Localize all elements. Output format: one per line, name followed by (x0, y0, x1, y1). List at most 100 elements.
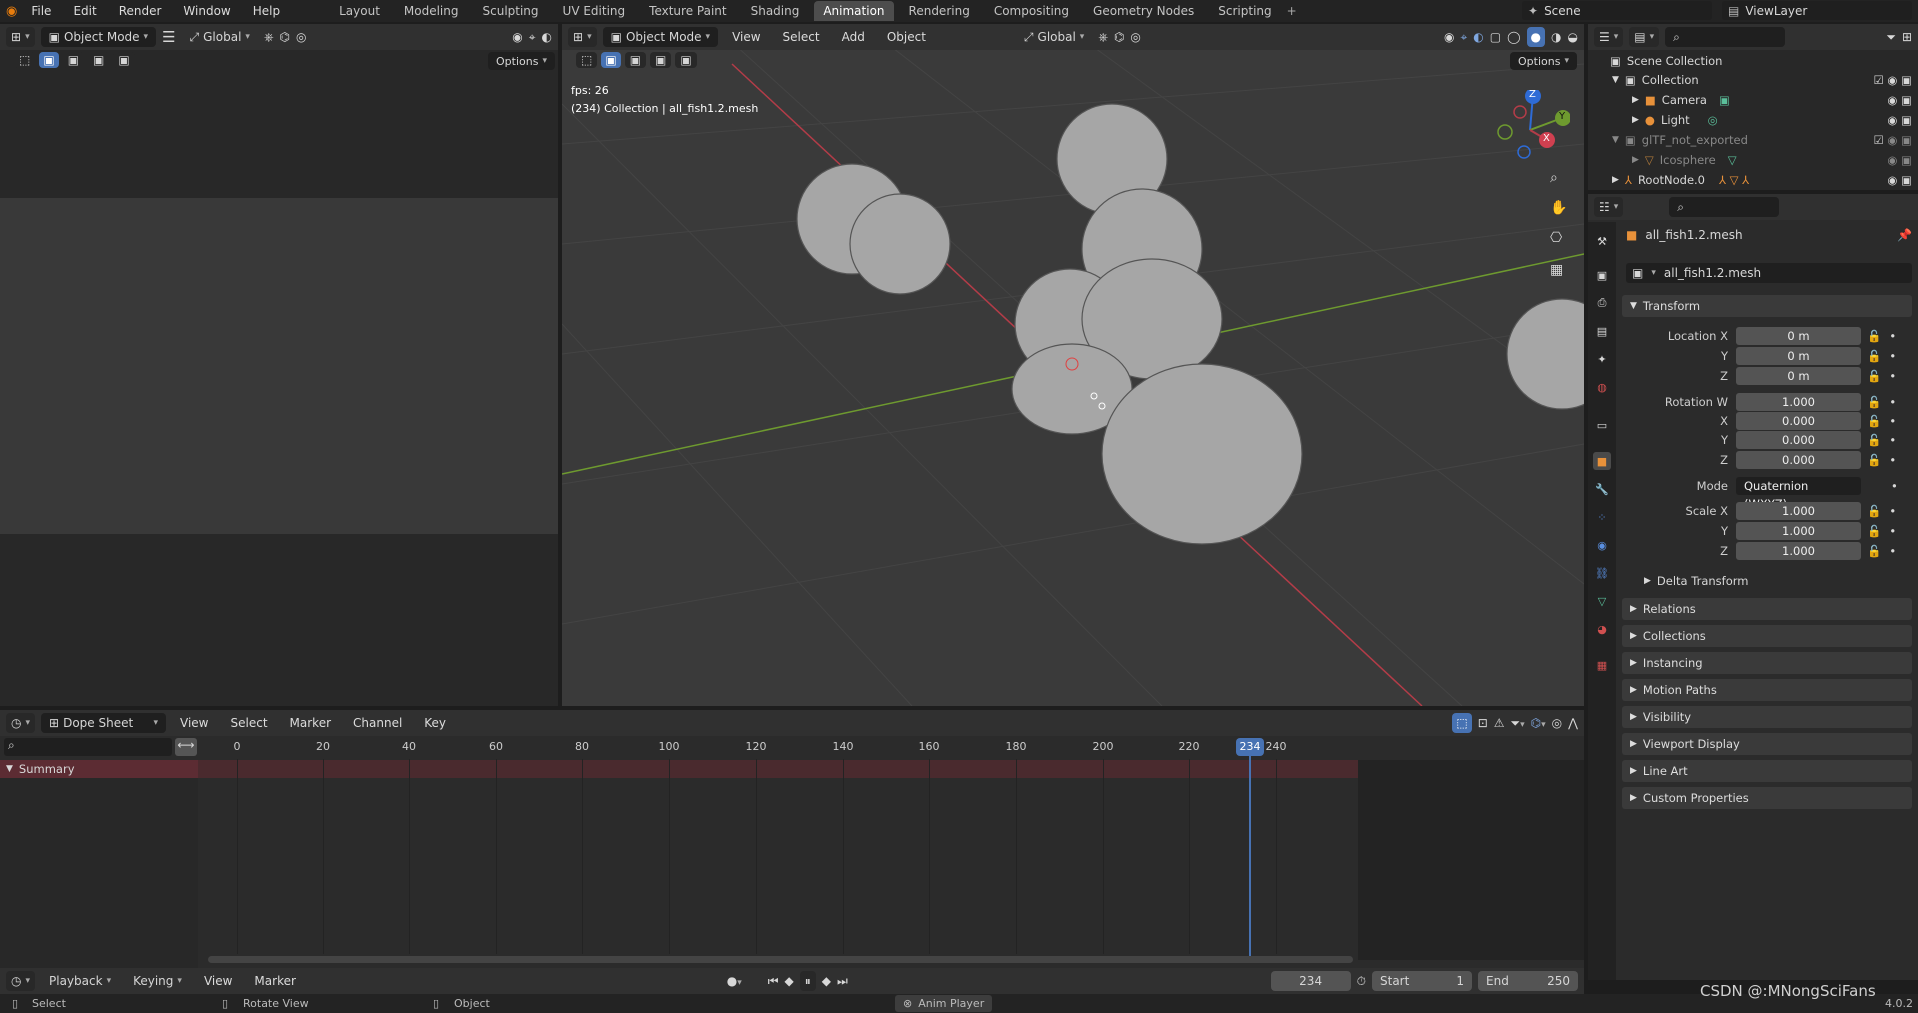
dopesheet-menu-key[interactable]: Key (416, 716, 454, 730)
viewport-options-dropdown[interactable]: Options ▾ (1510, 52, 1577, 70)
constraints-tab-icon[interactable]: ⛓ (1593, 564, 1611, 582)
pivot-icon[interactable]: ⎈ (1098, 30, 1108, 45)
menu-render[interactable]: Render (111, 4, 170, 18)
viewport-3d[interactable] (562, 24, 1584, 706)
line-art-panel-header[interactable]: ▶ Line Art (1622, 760, 1912, 782)
lock-icon[interactable]: 🔓 (1867, 433, 1881, 447)
expand-icon[interactable]: ▼ (1612, 75, 1619, 85)
keyframe-dot-icon[interactable]: • (1889, 453, 1896, 467)
hamburger-icon[interactable]: ☰ (162, 28, 175, 46)
material-tab-icon[interactable]: ◕ (1593, 620, 1611, 638)
visibility-icon[interactable]: ◉ (1444, 30, 1454, 44)
solid-shading-icon[interactable]: ● (1526, 27, 1546, 47)
physics-tab-icon[interactable]: ◉ (1593, 536, 1611, 554)
camera-view-icon[interactable]: ⎔ (1550, 230, 1562, 246)
modifier-tab-icon[interactable]: 🔧 (1593, 480, 1611, 498)
proportional-icon[interactable]: ◎ (1552, 716, 1562, 730)
keyframe-dot-icon[interactable]: • (1889, 433, 1896, 447)
rendered-shading-icon[interactable]: ◒ (1568, 30, 1578, 44)
start-frame-field[interactable]: Start 1 (1372, 971, 1472, 991)
scale-x-field[interactable]: 1.000 (1736, 502, 1861, 520)
expand-icon[interactable]: ▼ (1612, 135, 1619, 145)
show-hidden-icon[interactable]: ⊡ (1478, 716, 1488, 730)
auto-key-icon[interactable]: ●▾ (727, 974, 742, 988)
render-camera-icon[interactable]: ▣ (1901, 113, 1912, 127)
menu-edit[interactable]: Edit (65, 4, 104, 18)
playhead-frame-indicator[interactable]: 234 (1236, 738, 1264, 756)
pause-icon[interactable]: ⏸ (799, 971, 816, 991)
viewport-menu-add[interactable]: Add (834, 30, 873, 44)
visibility-panel-header[interactable]: ▶ Visibility (1622, 706, 1912, 728)
viewport-editor-type-icon[interactable]: ⊞ ▾ (568, 27, 597, 47)
lock-icon[interactable]: 🔓 (1867, 369, 1881, 383)
relations-panel-header[interactable]: ▶ Relations (1622, 598, 1912, 620)
summary-channel[interactable]: ▼ Summary (0, 760, 198, 778)
prev-keyframe-icon[interactable]: ◆ (785, 974, 794, 988)
dopesheet-editor-type-icon[interactable]: ◷ ▾ (6, 713, 36, 733)
select-mode-extend-icon[interactable]: ▣ (624, 52, 647, 68)
lock-icon[interactable]: 🔓 (1867, 453, 1881, 467)
blender-logo-icon[interactable]: ◉ (6, 4, 17, 19)
lock-icon[interactable]: 🔓 (1867, 524, 1881, 538)
pan-hand-icon[interactable]: ✋ (1550, 200, 1567, 216)
dopesheet-menu-view[interactable]: View (172, 716, 216, 730)
world-tab-icon[interactable]: ◍ (1593, 378, 1611, 396)
end-frame-field[interactable]: End 250 (1478, 971, 1578, 991)
scene-selector[interactable]: ✦ Scene (1522, 1, 1712, 20)
select-mode-invert-icon[interactable]: ▣ (675, 52, 697, 68)
location-y-field[interactable]: 0 m (1736, 347, 1861, 365)
channel-search-input[interactable]: ⌕ (4, 738, 172, 756)
object-datablock-field[interactable]: ▣ ▾ all_fish1.2.mesh (1626, 263, 1912, 283)
outliner-row-scene-collection[interactable]: ▣ Scene Collection (1610, 52, 1722, 70)
select-mode-invert-icon[interactable]: ▣ (113, 52, 135, 68)
output-tab-icon[interactable]: ⎙ (1593, 294, 1611, 312)
cancel-icon[interactable]: ⊗ (903, 997, 912, 1010)
timeline-editor-type-icon[interactable]: ◷ ▾ (6, 971, 36, 991)
tab-compositing[interactable]: Compositing (985, 1, 1078, 21)
view-layer-selector[interactable]: ▤ ViewLayer (1722, 1, 1912, 20)
outliner-row-gltf-not-exported[interactable]: ▼ ▣ glTF_not_exported ☑ ◉ ▣ (1612, 131, 1912, 149)
menu-help[interactable]: Help (245, 4, 288, 18)
keyframe-dot-icon[interactable]: • (1889, 329, 1896, 343)
eye-icon[interactable]: ◉ (1887, 93, 1897, 107)
outliner-row-icosphere[interactable]: ▶ ▽ Icosphere ▽ ◉ ▣ (1632, 151, 1912, 169)
particles-tab-icon[interactable]: ⁘ (1593, 508, 1611, 526)
eye-icon[interactable]: ◉ (1887, 113, 1897, 127)
eye-icon[interactable]: ◉ (1887, 173, 1897, 187)
eye-icon[interactable]: ◉ (1887, 153, 1897, 167)
select-mode-new-icon[interactable]: ▣ (601, 52, 621, 68)
properties-editor-type-icon[interactable]: ☷ ▾ (1594, 197, 1624, 217)
render-camera-icon[interactable]: ▣ (1901, 133, 1912, 147)
select-mode-subtract-icon[interactable]: ▣ (650, 52, 672, 68)
viewport-menu-object[interactable]: Object (879, 30, 934, 44)
anim-player-badge[interactable]: ⊗ Anim Player (895, 995, 993, 1012)
snap-icon[interactable]: ⌬▾ (1531, 716, 1546, 730)
overlay-icon[interactable]: ◐ (542, 30, 552, 44)
next-keyframe-icon[interactable]: ◆ (822, 974, 831, 988)
view-layer-tab-icon[interactable]: ▤ (1593, 322, 1611, 340)
instancing-panel-header[interactable]: ▶ Instancing (1622, 652, 1912, 674)
tab-animation[interactable]: Animation (814, 1, 894, 21)
tab-modeling[interactable]: Modeling (395, 1, 468, 21)
proportional-icon[interactable]: ◎ (296, 30, 306, 44)
rotation-z-field[interactable]: 0.000 (1736, 451, 1861, 469)
playback-menu[interactable]: Playback ▾ (41, 971, 119, 991)
keyframe-dot-icon[interactable]: • (1889, 544, 1896, 558)
viewport-orientation-dropdown[interactable]: ⤢ Global ▾ (1016, 27, 1092, 47)
outliner-row-light[interactable]: ▶ ● Light ◎ ◉ ▣ (1632, 111, 1912, 129)
keying-menu[interactable]: Keying ▾ (125, 971, 190, 991)
select-mode-subtract-icon[interactable]: ▣ (88, 52, 110, 68)
jump-end-icon[interactable]: ⏭ (837, 974, 848, 989)
lock-icon[interactable]: 🔓 (1867, 349, 1881, 363)
timeline-menu-marker[interactable]: Marker (246, 974, 303, 988)
wireframe-shading-icon[interactable]: ◯ (1507, 30, 1520, 44)
editor-type-icon[interactable]: ⊞ ▾ (6, 27, 35, 47)
left-options-dropdown[interactable]: Options ▾ (488, 52, 555, 70)
horizontal-scrollbar[interactable] (208, 956, 1353, 963)
outliner-editor-type-icon[interactable]: ☰ ▾ (1594, 27, 1624, 47)
dopesheet-mode-dropdown[interactable]: ⊞ Dope Sheet ▾ (41, 713, 167, 733)
render-camera-icon[interactable]: ▣ (1901, 173, 1912, 187)
object-mode-dropdown[interactable]: ▣ Object Mode ▾ (40, 27, 157, 47)
keyframe-dot-icon[interactable]: • (1889, 504, 1896, 518)
render-camera-icon[interactable]: ▣ (1901, 153, 1912, 167)
